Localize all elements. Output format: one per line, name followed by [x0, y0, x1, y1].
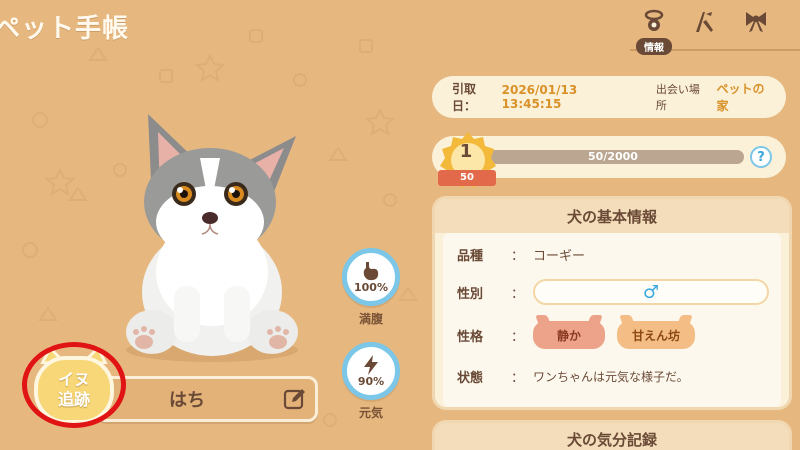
lightning-icon: [364, 355, 378, 375]
status-label: 状態: [457, 371, 484, 386]
basic-info-card: 犬の基本情報 品種 ： コーギー 性別 ： ♂ 性格 ： 静か 甘えん坊 状態 …: [432, 196, 792, 410]
status-colon: ：: [511, 371, 525, 386]
personality-row: 性格 ： 静か 甘えん坊: [457, 321, 769, 349]
tab-info[interactable]: 情報: [634, 8, 674, 56]
fullness-value: 100%: [354, 281, 388, 294]
tab-accessories[interactable]: [736, 8, 776, 56]
energy-status: 90% 元気: [342, 342, 400, 421]
meeting-place-label: 出会い場所: [655, 83, 700, 112]
breed-label: 品種: [457, 249, 484, 264]
xp-text: 50/2000: [588, 150, 638, 163]
bow-icon: [746, 12, 766, 32]
status-value: ワンちゃんは元気な様子だ。: [533, 370, 689, 384]
gender-label: 性別: [457, 286, 484, 302]
level-ribbon: 50: [438, 170, 496, 186]
level-number: 1: [459, 141, 473, 162]
page-title: ペット手帳: [0, 14, 130, 44]
stomach-icon: [363, 262, 379, 281]
gender-value: ♂: [533, 279, 769, 305]
status-row: 状態 ： ワンちゃんは元気な様子だ。: [457, 367, 769, 386]
adoption-info: 引取日： 2026/01/13 13:45:15 出会い場所 ペットの家: [432, 76, 786, 118]
breed-row: 品種 ： コーギー: [457, 245, 769, 264]
xp-bar: 50/2000: [482, 150, 744, 164]
gender-colon: ：: [511, 286, 525, 302]
personality-colon: ：: [511, 329, 525, 345]
energy-label: 元気: [358, 406, 383, 420]
fullness-status: 100% 満腹: [342, 248, 400, 327]
highlight-circle: [22, 342, 126, 428]
pet-name-bar: はち: [96, 376, 318, 422]
trait-badge[interactable]: 甘えん坊: [617, 321, 695, 349]
help-button[interactable]: ?: [750, 146, 772, 168]
fullness-ring: 100%: [342, 248, 400, 306]
meeting-place: ペットの家: [716, 82, 765, 113]
mood-record-card[interactable]: 犬の気分記録: [432, 420, 792, 450]
collar-tag-icon: [644, 9, 664, 31]
adoption-date-label: 引取日：: [452, 82, 477, 113]
personality-label: 性格: [457, 329, 484, 345]
trait-badge[interactable]: 静か: [533, 321, 605, 349]
basic-info-title: 犬の基本情報: [435, 199, 789, 233]
basic-info-body: 品種 ： コーギー 性別 ： ♂ 性格 ： 静か 甘えん坊 状態 ： ワンちゃん…: [443, 233, 781, 407]
fullness-label: 満腹: [358, 312, 383, 326]
tab-skills[interactable]: [684, 8, 724, 56]
breed-colon: ：: [511, 249, 525, 264]
agility-icon: [696, 12, 713, 32]
breed-value: コーギー: [533, 249, 586, 264]
tab-bar: 情報: [610, 0, 800, 66]
tab-info-label: 情報: [636, 38, 672, 55]
edit-name-icon[interactable]: [283, 387, 307, 411]
energy-ring: 90%: [342, 342, 400, 400]
corgi-pet-image[interactable]: [100, 106, 320, 366]
mood-record-title: 犬の気分記録: [566, 431, 657, 449]
adoption-date: 2026/01/13 13:45:15: [501, 83, 578, 111]
energy-value: 90%: [357, 375, 385, 388]
gender-row: 性別 ： ♂: [457, 279, 769, 305]
